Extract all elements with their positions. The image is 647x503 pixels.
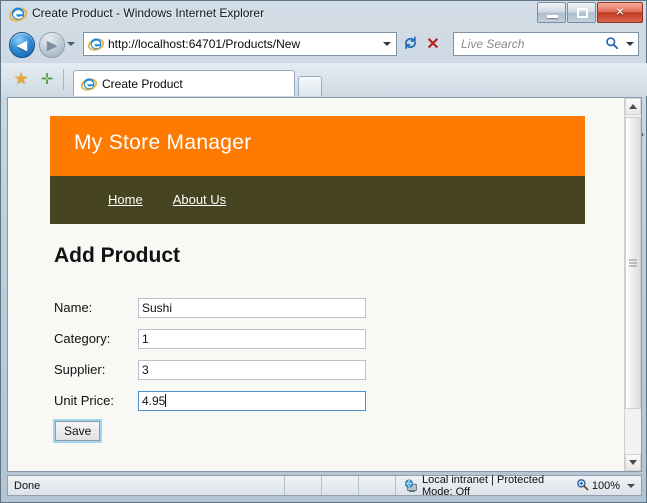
page-viewport: My Store Manager Home About Us Add Produ… — [7, 97, 642, 472]
intranet-icon — [404, 479, 418, 493]
save-button[interactable]: Save — [55, 421, 100, 441]
status-text: Done — [8, 480, 284, 492]
zoom-control[interactable]: 100% — [576, 478, 641, 494]
category-label: Category: — [54, 331, 138, 346]
page-scrollbar[interactable] — [624, 98, 641, 471]
address-bar[interactable]: http://localhost:64701/Products/New — [83, 32, 397, 56]
form-row-category: Category: 1 — [54, 325, 366, 352]
security-zone[interactable]: Local intranet | Protected Mode: Off — [396, 474, 576, 498]
tab-label: Create Product — [102, 77, 183, 91]
scroll-down-button[interactable] — [625, 454, 641, 471]
minimize-button[interactable] — [537, 2, 566, 23]
forward-button[interactable]: ▶ — [39, 32, 65, 58]
name-input[interactable]: Sushi — [138, 298, 366, 318]
supplier-label: Supplier: — [54, 362, 138, 377]
web-page: My Store Manager Home About Us Add Produ… — [8, 98, 625, 471]
close-button[interactable]: ✕ — [597, 2, 643, 23]
status-cell — [285, 476, 321, 495]
url-text: http://localhost:64701/Products/New — [108, 37, 378, 51]
add-product-form: Name: Sushi Category: 1 Supplier: 3 Unit… — [54, 294, 366, 441]
caret-up-icon — [629, 104, 637, 109]
star-icon[interactable]: ★ — [11, 70, 31, 90]
tab-strip: Create Product — [73, 68, 322, 96]
site-title: My Store Manager — [74, 131, 252, 155]
star-plus-icon[interactable]: ✛ — [37, 70, 57, 90]
form-row-supplier: Supplier: 3 — [54, 356, 366, 383]
tab-toolbar: ★ ✛ Create Product — [1, 63, 647, 96]
site-navigation: Home About Us — [50, 176, 585, 224]
refresh-button[interactable] — [399, 33, 421, 55]
nav-link-home[interactable]: Home — [108, 192, 143, 207]
toolbar-divider — [63, 69, 64, 90]
nav-link-about-us[interactable]: About Us — [173, 192, 226, 207]
chevron-down-icon[interactable] — [627, 484, 635, 488]
stop-button[interactable]: ✕ — [422, 33, 444, 55]
status-cell — [322, 476, 358, 495]
title-bar: Create Product - Windows Internet Explor… — [1, 1, 646, 28]
refresh-icon — [403, 35, 418, 54]
new-tab-button[interactable] — [298, 76, 322, 96]
form-row-name: Name: Sushi — [54, 294, 366, 321]
navigation-bar: ◀ ▶ http://localhost:64701/Products/New — [1, 29, 647, 62]
arrow-right-icon: ▶ — [47, 39, 57, 52]
window-controls: ✕ — [537, 2, 643, 23]
back-button[interactable]: ◀ — [9, 32, 35, 58]
search-box[interactable]: Live Search — [453, 32, 639, 56]
search-icon[interactable] — [602, 36, 622, 53]
ie-icon — [9, 5, 27, 23]
site-banner: My Store Manager — [50, 116, 585, 176]
status-bar: Done Local intranet | Protected Mode: Of… — [7, 475, 642, 496]
history-dropdown-icon[interactable] — [67, 42, 75, 46]
form-row-unit-price: Unit Price: 4.95 — [54, 387, 366, 414]
security-zone-text: Local intranet | Protected Mode: Off — [422, 474, 576, 498]
search-input[interactable]: Live Search — [454, 37, 602, 51]
name-label: Name: — [54, 300, 138, 315]
ie-icon — [81, 76, 97, 92]
unit-price-value: 4.95 — [142, 394, 165, 408]
zoom-level: 100% — [592, 480, 620, 492]
scrollbar-thumb[interactable] — [625, 117, 641, 409]
nav-links: Home About Us — [108, 192, 226, 207]
supplier-input[interactable]: 3 — [138, 360, 366, 380]
scrollbar-grip-icon — [629, 258, 637, 269]
unit-price-input[interactable]: 4.95 — [138, 391, 366, 411]
search-dropdown-icon[interactable] — [622, 42, 638, 46]
caret-down-icon — [629, 460, 637, 465]
page-title: Add Product — [54, 244, 180, 268]
window-title: Create Product - Windows Internet Explor… — [32, 6, 264, 20]
close-x-icon: ✕ — [426, 34, 439, 54]
maximize-button[interactable] — [567, 2, 596, 23]
address-dropdown-icon[interactable] — [378, 33, 396, 55]
status-cell — [359, 476, 395, 495]
unit-price-label: Unit Price: — [54, 393, 138, 408]
scroll-up-button[interactable] — [625, 98, 641, 115]
ie-icon — [88, 36, 104, 52]
zoom-icon — [576, 478, 589, 494]
arrow-left-icon: ◀ — [17, 39, 27, 52]
browser-window: Create Product - Windows Internet Explor… — [0, 0, 647, 503]
text-caret — [165, 394, 166, 407]
tab-create-product[interactable]: Create Product — [73, 70, 295, 96]
category-input[interactable]: 1 — [138, 329, 366, 349]
